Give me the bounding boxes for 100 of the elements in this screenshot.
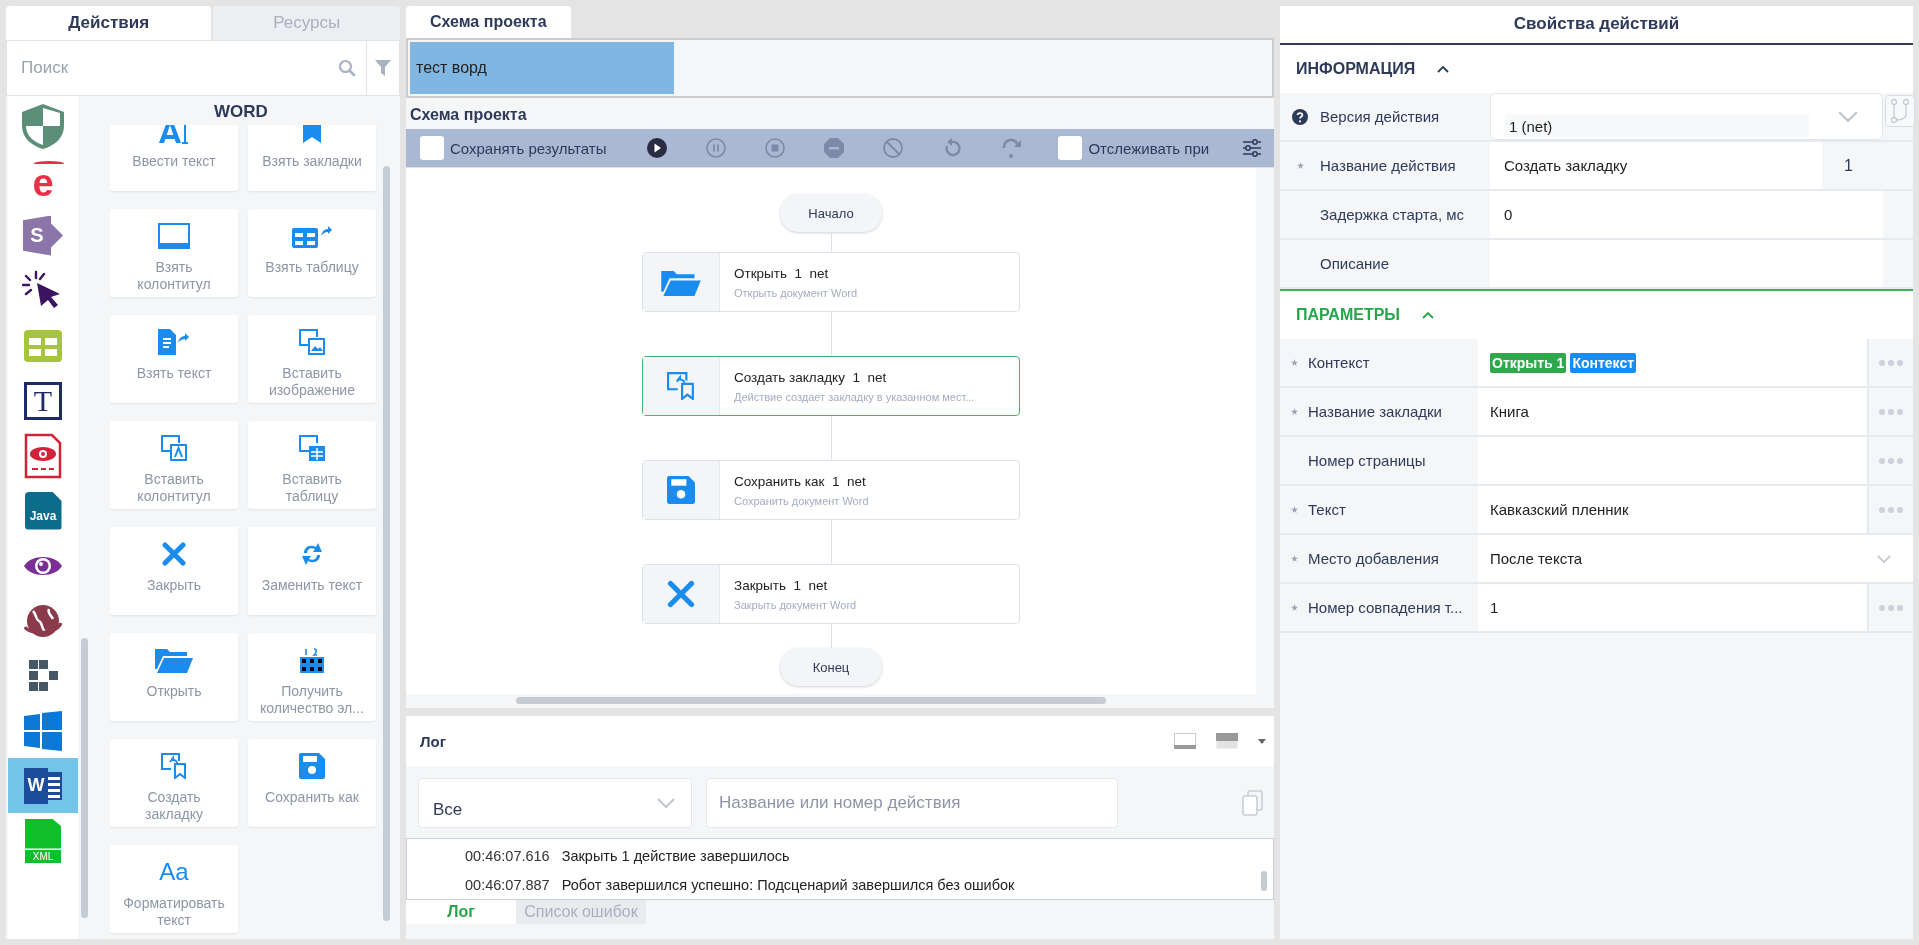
node-title: Создать закладку 1 net [734, 369, 888, 385]
action-card[interactable]: Взять колонтитул [110, 209, 238, 297]
search-field[interactable]: Название или номер действия [706, 778, 1118, 828]
dropdown[interactable]: 1 (net) [1490, 93, 1883, 140]
block-icon [882, 137, 905, 159]
field-label: Номер совпадения т... [1308, 599, 1463, 616]
settings-button[interactable] [1242, 138, 1262, 158]
field-label: Версия действия [1320, 108, 1440, 125]
shield-icon [20, 101, 66, 150]
filter-dropdown[interactable]: Все [418, 778, 692, 828]
connector-line [830, 624, 832, 648]
flow-node[interactable]: Открыть 1 net Открыть документ Word [642, 252, 1020, 312]
text-frame-icon: T [24, 381, 62, 420]
variable-tag[interactable]: Открыть 1 [1490, 352, 1567, 373]
input-field[interactable] [1490, 240, 1883, 287]
document-eye-icon [24, 432, 62, 479]
checkbox[interactable] [1058, 136, 1083, 160]
action-card[interactable]: Получить количество эл... [248, 633, 376, 721]
action-card[interactable]: Создать закладку [110, 739, 238, 827]
action-number: 1 [1843, 155, 1854, 176]
context-field[interactable]: Открыть 1 Контекст [1478, 339, 1867, 386]
category-item-selected[interactable]: W [8, 758, 78, 813]
folder-icon [661, 268, 701, 296]
play-icon [646, 137, 669, 159]
category-item[interactable]: XML [8, 813, 78, 868]
table-icon [24, 329, 62, 362]
insert-table-icon [299, 435, 325, 461]
required-icon [1290, 555, 1298, 562]
project-tab[interactable]: Схема проекта [406, 6, 571, 38]
branch-icon [1889, 98, 1911, 124]
connector-line [830, 416, 832, 460]
field-label: Название закладки [1308, 403, 1442, 420]
group-title: WORD [213, 101, 269, 123]
copy-icon[interactable] [1242, 790, 1264, 816]
branch-button[interactable] [1885, 95, 1915, 127]
scrollbar[interactable] [1261, 871, 1267, 891]
stop-icon [764, 137, 787, 159]
action-card[interactable]: Закрыть [110, 527, 238, 615]
scrollbar[interactable] [516, 697, 1106, 704]
field-label: Задержка старта, мс [1320, 206, 1465, 223]
category-item[interactable]: T [8, 373, 78, 428]
more-icon [1879, 408, 1903, 415]
dropdown[interactable]: После текста [1478, 535, 1913, 582]
scrollbar[interactable] [383, 166, 390, 921]
required-icon [1290, 604, 1298, 611]
action-card[interactable]: Вставить таблицу [248, 421, 376, 509]
document-tab[interactable]: тест ворд [410, 42, 674, 94]
category-item[interactable]: e [8, 153, 78, 208]
panel-tab[interactable]: Действия [6, 6, 212, 40]
save-icon [299, 753, 325, 779]
action-card[interactable]: Вставить колонтитул [110, 421, 238, 509]
input-field[interactable]: Создать закладку [1490, 142, 1822, 189]
node-description: Действие создает закладку в указанном мест... [734, 390, 975, 403]
category-item[interactable]: S [8, 208, 78, 263]
action-card[interactable]: Взять закладки [248, 125, 376, 191]
scrollbar[interactable] [1256, 168, 1274, 708]
caret-icon[interactable] [1258, 738, 1266, 744]
required-icon [1296, 162, 1304, 169]
action-card[interactable]: Заменить текст [248, 527, 376, 615]
input-field[interactable]: Книга [1478, 388, 1867, 435]
input-field[interactable] [1478, 437, 1867, 484]
flow-terminal[interactable]: Начало [780, 194, 882, 232]
action-card[interactable]: Aa Форматировать текст [110, 845, 238, 933]
action-card[interactable]: Открыть [110, 633, 238, 721]
checkbox-label: Сохранять результаты [450, 139, 607, 157]
input-field[interactable]: Кавказский пленник [1478, 486, 1867, 533]
section-title: Схема проекта [409, 105, 528, 125]
variable-tag[interactable]: Контекст [1570, 352, 1637, 373]
node-title: Открыть 1 net [734, 265, 830, 281]
play-button[interactable] [646, 137, 669, 159]
node-description: Закрыть документ Word [734, 598, 857, 611]
section-title: ПАРАМЕТРЫ [1296, 306, 1400, 324]
log-message: Закрыть 1 действие завершилось [561, 847, 790, 864]
input-field[interactable]: 1 [1478, 584, 1867, 631]
input-field[interactable]: 0 [1490, 191, 1883, 238]
field-label: Номер страницы [1308, 452, 1426, 469]
refresh-icon [300, 541, 324, 567]
dock-split-icon[interactable] [1216, 733, 1238, 749]
action-card[interactable]: Ввести текст [110, 125, 238, 191]
action-card[interactable]: Сохранить как [248, 739, 376, 827]
log-time: 00:46:07.887 [465, 876, 550, 893]
field-label: Описание [1320, 255, 1390, 272]
connector-line [830, 232, 832, 252]
action-card[interactable]: Взять таблицу [248, 209, 376, 297]
help-icon[interactable] [1292, 108, 1308, 125]
checkbox[interactable] [420, 136, 444, 160]
document-icon [158, 329, 190, 355]
required-icon [1290, 359, 1298, 366]
pause-icon [705, 137, 728, 159]
flow-terminal[interactable]: Конец [780, 648, 882, 686]
log-tab[interactable]: Лог [406, 900, 516, 924]
flow-node[interactable]: Закрыть 1 net Закрыть документ Word [642, 564, 1020, 624]
action-card[interactable]: Взять текст [110, 315, 238, 403]
category-item[interactable]: Java [8, 483, 78, 538]
dock-bottom-icon[interactable] [1174, 733, 1196, 749]
collapse-icon[interactable] [1437, 65, 1450, 73]
flow-node[interactable]: Сохранить как 1 net Сохранить документ Word [642, 460, 1020, 520]
action-card[interactable]: Вставить изображение [248, 315, 376, 403]
flow-node[interactable]: Создать закладку 1 net Действие создает закладку в указанном мест... [642, 356, 1020, 416]
scrollbar[interactable] [81, 638, 88, 918]
